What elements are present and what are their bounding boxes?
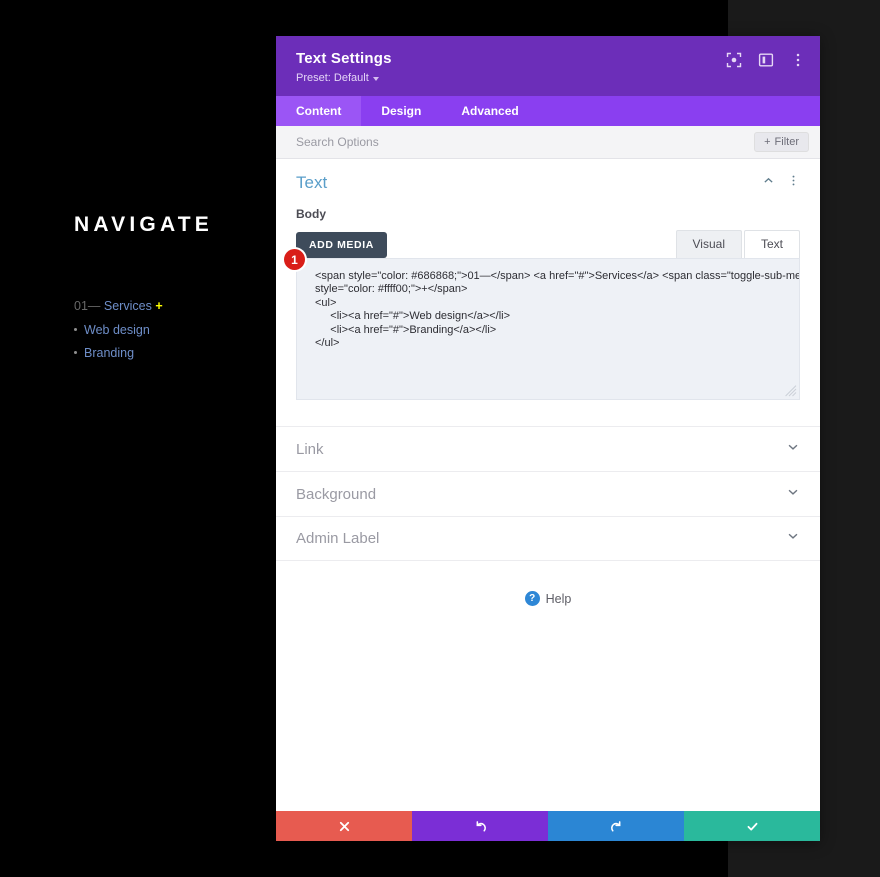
question-mark-icon: ? [524, 591, 540, 606]
modal-tabs: Content Design Advanced [276, 96, 820, 126]
modal-header: Text Settings Preset: Default [276, 36, 820, 96]
undo-button[interactable] [412, 811, 548, 841]
submenu-item-label[interactable]: Web design [84, 323, 150, 337]
tab-advanced[interactable]: Advanced [441, 96, 538, 126]
chevron-up-icon[interactable] [762, 174, 775, 192]
undo-icon [476, 820, 486, 831]
preset-label: Preset: Default [296, 72, 369, 84]
site-navigation: NAVIGATE 01— Services + Web design Brand… [74, 212, 264, 363]
search-input[interactable] [296, 135, 755, 149]
filter-button-label: Filter [774, 136, 799, 148]
close-icon [339, 821, 349, 831]
tab-design[interactable]: Design [361, 96, 441, 126]
plus-icon: + [764, 136, 771, 148]
editor-mode-tabs: Visual Text [675, 230, 800, 258]
menu-item-services[interactable]: 01— Services + [74, 297, 264, 316]
editor-toolbar: ADD MEDIA Visual Text [296, 230, 800, 258]
code-editor-wrapper: 1 [284, 249, 800, 400]
tab-text[interactable]: Text [743, 230, 800, 258]
code-textarea[interactable] [296, 258, 800, 400]
chevron-down-icon [372, 77, 379, 81]
accordion-label: Admin Label [296, 530, 380, 547]
redo-icon [610, 820, 620, 831]
tab-content[interactable]: Content [276, 96, 362, 126]
save-button[interactable] [684, 811, 820, 841]
text-section: Text Body ADD MEDIA Visual Text 1 <span … [276, 159, 820, 400]
text-settings-modal: Text Settings Preset: Default Content De… [276, 36, 820, 841]
chevron-down-icon [786, 485, 800, 504]
accordion-list: Link Background Admin Label [276, 426, 820, 561]
section-header-actions [762, 174, 800, 192]
page-title: Text Settings [296, 50, 392, 67]
list-item[interactable]: Branding [74, 344, 264, 363]
accordion-label: Link [296, 440, 324, 458]
kebab-menu-icon[interactable] [790, 52, 806, 68]
modal-footer [276, 811, 820, 841]
submenu-item-label[interactable]: Branding [84, 346, 134, 360]
menu-item-link[interactable]: Services [104, 299, 152, 313]
chevron-down-icon [786, 440, 800, 459]
body-field-label: Body [296, 207, 326, 221]
redo-button[interactable] [548, 811, 684, 841]
site-submenu: Web design Branding [74, 321, 264, 364]
add-media-button[interactable]: ADD MEDIA [296, 232, 387, 258]
list-item[interactable]: Web design [74, 321, 264, 340]
accordion-admin-label[interactable]: Admin Label [276, 516, 820, 561]
text-section-header: Text [296, 173, 800, 193]
tab-visual[interactable]: Visual [675, 230, 742, 258]
accordion-label: Background [296, 485, 377, 503]
help-label: Help [545, 591, 572, 606]
menu-item-number: 01— [74, 299, 101, 314]
menu-toggle-icon[interactable]: + [155, 299, 162, 313]
preset-selector[interactable]: Preset: Default [296, 72, 800, 84]
modal-body: Text Body ADD MEDIA Visual Text 1 <span … [276, 159, 820, 811]
kebab-menu-icon[interactable] [787, 174, 800, 192]
filter-button[interactable]: + Filter [754, 132, 809, 152]
modal-header-actions [726, 52, 806, 68]
layout-icon[interactable] [758, 52, 774, 68]
expand-icon[interactable] [726, 52, 742, 68]
chevron-down-icon [786, 529, 800, 548]
help-link[interactable]: ? Help [276, 591, 820, 606]
accordion-link[interactable]: Link [276, 426, 820, 471]
search-options-row: + Filter [276, 126, 820, 159]
accordion-background[interactable]: Background [276, 471, 820, 516]
check-icon [747, 822, 757, 830]
status-badge: 1 [284, 249, 305, 270]
section-title: Text [296, 173, 328, 192]
cancel-button[interactable] [276, 811, 412, 841]
site-menu: 01— Services + Web design Branding [74, 297, 264, 363]
site-heading: NAVIGATE [74, 213, 213, 236]
